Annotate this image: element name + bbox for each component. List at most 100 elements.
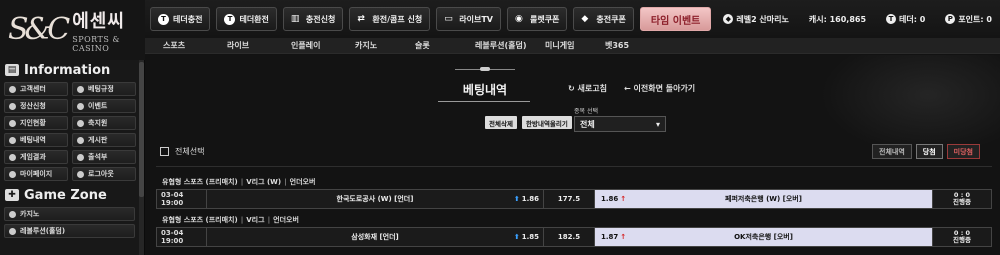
sidebar-item-board[interactable]: 게시판 <box>72 133 136 147</box>
result-filters: 전체내역 당첨 미당첨 <box>872 144 980 159</box>
headset-icon <box>9 85 16 93</box>
nav-live[interactable]: 라이브 <box>227 40 291 51</box>
site-logo[interactable]: S&C 에센씨 SPORTS & CASINO <box>0 0 145 60</box>
filter-all-button[interactable]: 전체내역 <box>872 144 912 159</box>
sidebar-item-label: 이벤트 <box>88 102 108 110</box>
sidebar-item-betting-rules[interactable]: 베팅규정 <box>72 82 136 96</box>
away-pick[interactable]: 1.87 ↑ OK저축은행 [오버] <box>595 228 933 246</box>
deposit-coupon-label: 충전쿠폰 <box>596 14 626 24</box>
tether-deposit-button[interactable]: T 테더충전 <box>150 7 211 31</box>
away-odds: 1.87 ↑ <box>601 233 626 241</box>
sidebar-scrollbar[interactable] <box>139 60 144 255</box>
sidebar-item-casino[interactable]: 카지노 <box>4 207 135 221</box>
sidebar-item-revolution[interactable]: 레볼루션(홀덤) <box>4 224 135 238</box>
nav-minigame[interactable]: 미니게임 <box>545 40 605 51</box>
sidebar-item-label: 레볼루션(홀덤) <box>20 227 66 235</box>
sidebar-item-event[interactable]: 이벤트 <box>72 99 136 113</box>
user-icon <box>9 170 16 178</box>
sidebar-item-label: 카지노 <box>20 210 40 218</box>
sidebar-scroll-thumb[interactable] <box>139 62 144 197</box>
sidebar-item-mypage[interactable]: 마이페이지 <box>4 167 68 181</box>
tether-deposit-label: 테더충전 <box>173 14 203 24</box>
arrow-up-icon: ↑ <box>620 195 627 203</box>
bet-status: 진행중 <box>953 236 971 244</box>
sidebar-item-referral[interactable]: 지인현황 <box>4 116 68 130</box>
nav-inplay[interactable]: 인플레이 <box>291 40 355 51</box>
sidebar-item-attendance[interactable]: 출석부 <box>72 150 136 164</box>
home-pick[interactable]: 한국도로공사 (W) [언더] ⬆ 1.86 <box>207 190 544 208</box>
bet-market: 언더오버 <box>289 178 316 186</box>
logo-name: 에센씨 <box>72 11 125 32</box>
cards-icon <box>9 227 16 235</box>
information-heading: ▤ Information <box>0 60 144 80</box>
point-text: 포인트: 0 <box>958 14 992 24</box>
sidebar-item-bet-history[interactable]: 베팅내역 <box>4 133 68 147</box>
refresh-icon: ↻ <box>568 84 578 93</box>
home-pick[interactable]: 삼성화재 [언더] ⬆ 1.85 <box>207 228 544 246</box>
support-icon <box>77 119 84 127</box>
nav-revolution[interactable]: 레볼루션(홀덤) <box>475 40 545 51</box>
user-icon: ◆ <box>723 14 734 24</box>
roulette-coupon-button[interactable]: ◉ 룰렛쿠폰 <box>506 7 568 31</box>
filter-lost-button[interactable]: 미당첨 <box>946 144 980 159</box>
deposit-request-button[interactable]: ▥ 충전신청 <box>282 7 344 31</box>
sidebar-item-label: 게임결과 <box>20 153 46 161</box>
exchange-request-button[interactable]: ⇄ 환전/콤프 신청 <box>349 7 431 31</box>
roulette-coupon-label: 룰렛쿠폰 <box>529 14 560 24</box>
tether-withdraw-button[interactable]: T 테더환전 <box>216 7 277 31</box>
arrow-down-icon: ⬆ <box>513 233 520 241</box>
home-team: 한국도로공사 (W) [언더] <box>336 195 414 203</box>
delete-all-button[interactable]: 전체삭제 <box>485 116 517 129</box>
user-level-text: 레벨2 산마리노 <box>736 14 789 24</box>
bet-time: 03-04 19:00 <box>157 190 207 208</box>
sport-select-label: 종목 선택 <box>574 108 598 115</box>
bet-status-cell: 0 : 0 진행중 <box>933 228 991 246</box>
bet-status-cell: 0 : 0 진행중 <box>933 190 991 208</box>
logo-mark: S&C <box>8 12 70 47</box>
live-tv-button[interactable]: ▭ 라이브TV <box>436 7 501 31</box>
bet-status: 진행중 <box>953 198 971 206</box>
user-level[interactable]: ◆ 레벨2 산마리노 <box>723 14 799 25</box>
refresh-button[interactable]: ↻ 새로고침 <box>568 83 607 94</box>
deposit-coupon-button[interactable]: ◆ 충전쿠폰 <box>573 7 634 31</box>
cash-balance: 캐시: 160,865 <box>809 14 876 25</box>
sidebar-item-settlement[interactable]: 정산신청 <box>4 99 68 113</box>
select-all-checkbox[interactable]: 전체선택 <box>160 146 204 157</box>
bet-league: V리그 (W) <box>246 178 282 186</box>
filter-won-button[interactable]: 당첨 <box>915 144 943 159</box>
top-bar: T 테더충전 T 테더환전 ▥ 충전신청 ⇄ 환전/콤프 신청 ▭ 라이브TV … <box>145 0 1000 38</box>
bet-item: 유협형 스포츠 (프리매치) | V리그 (W) | 언더오버 03-04 19:0… <box>156 175 992 209</box>
arrow-left-icon: ← <box>624 84 634 93</box>
sub-navigation: 스포츠 라이브 인플레이 카지노 슬롯 레볼루션(홀덤) 미니게임 벳365 <box>145 38 1000 54</box>
bet-line: 177.5 <box>544 190 595 208</box>
sport-select-wrapper: 종목 선택 전체 ▾ <box>574 106 666 132</box>
away-pick[interactable]: 1.86 ↑ 페퍼저축은행 (W) [오버] <box>595 190 933 208</box>
sidebar-item-label: 베팅규정 <box>88 85 114 93</box>
exchange-icon: ⇄ <box>357 14 365 24</box>
sidebar-item-logout[interactable]: 로그아웃 <box>72 167 136 181</box>
people-icon <box>9 119 16 127</box>
nav-sports[interactable]: 스포츠 <box>163 40 227 51</box>
upload-history-button[interactable]: 한방내역올리기 <box>522 116 572 129</box>
sidebar-item-label: 마이페이지 <box>20 170 53 178</box>
sidebar-item-game-result[interactable]: 게임결과 <box>4 150 68 164</box>
back-button[interactable]: ← 이전화면 돌아가기 <box>624 83 695 94</box>
sidebar-item-customer-center[interactable]: 고객센터 <box>4 82 68 96</box>
tv-icon: ▭ <box>444 14 453 24</box>
back-label: 이전화면 돌아가기 <box>633 84 696 93</box>
sport-select[interactable]: 전체 ▾ <box>574 116 666 132</box>
away-team: 페퍼저축은행 (W) [오버] <box>725 195 802 203</box>
sidebar-item-support[interactable]: 축지원 <box>72 116 136 130</box>
bet-time: 03-04 19:00 <box>157 228 207 246</box>
sidebar-item-label: 고객센터 <box>20 85 46 93</box>
tether-text: 테더: 0 <box>899 14 926 24</box>
nav-bet365[interactable]: 벳365 <box>605 40 665 51</box>
logout-icon <box>77 170 84 178</box>
time-event-button[interactable]: 타임 이벤트 <box>639 7 712 31</box>
nav-casino[interactable]: 카지노 <box>355 40 415 51</box>
nav-slot[interactable]: 슬롯 <box>415 40 475 51</box>
bet-market: 언더오버 <box>273 216 299 224</box>
user-stats: ◆레벨2 산마리노 캐시: 160,865 T테더: 0 P포인트: 0 C콤프 <box>723 14 1000 25</box>
sport-select-value: 전체 <box>580 119 595 129</box>
rules-icon <box>77 85 84 93</box>
